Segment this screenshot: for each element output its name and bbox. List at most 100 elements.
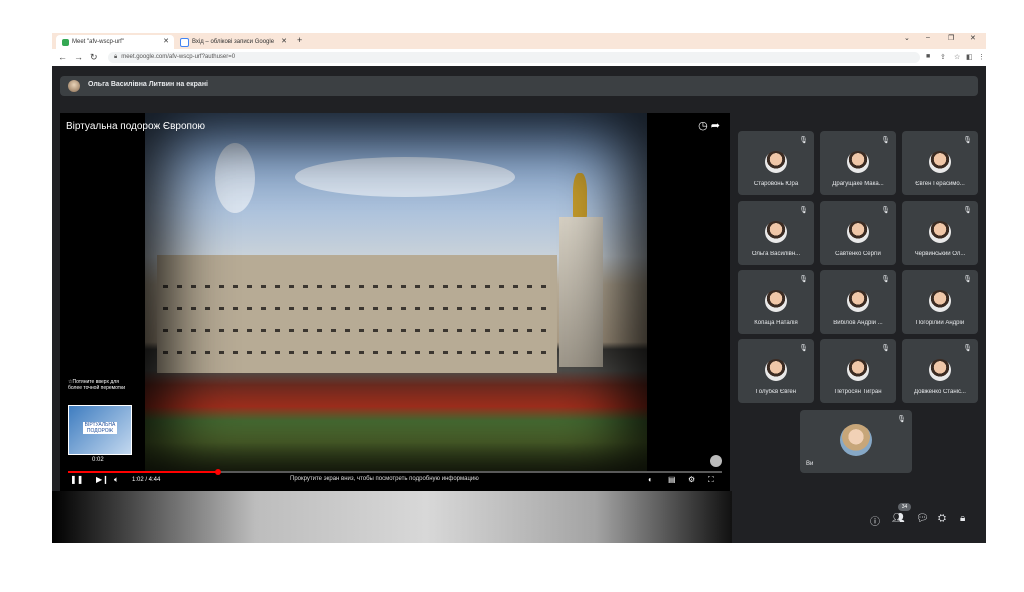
mic-off-icon: 🎙︎	[963, 276, 972, 283]
video-caption: Прокрутите экран вниз, чтобы посмотреть …	[290, 476, 479, 482]
chevron-down-icon[interactable]: ⌄	[904, 34, 910, 42]
avatar	[847, 151, 869, 173]
avatar	[765, 359, 787, 381]
monument	[559, 217, 603, 367]
star-icon[interactable]: ☆	[954, 53, 960, 61]
avatar	[929, 359, 951, 381]
forward-icon[interactable]: →	[74, 52, 83, 62]
next-icon[interactable]: ▶❙	[96, 475, 109, 484]
minimize-icon[interactable]: –	[926, 34, 930, 41]
menu-icon[interactable]: ⋮	[978, 53, 985, 61]
close-icon[interactable]: ✕	[163, 37, 169, 45]
window-close-icon[interactable]: ✕	[970, 34, 976, 42]
url-text: meet.google.com/afv-wscp-urf?authuser=0	[121, 54, 236, 60]
video-reflection	[52, 491, 732, 543]
people-count-badge: 34	[898, 503, 911, 511]
volume-icon[interactable]: 🔈︎	[114, 475, 119, 485]
clock-icon[interactable]: ◷	[698, 120, 708, 132]
avatar	[847, 290, 869, 312]
seek-thumbnail: ВІРТУАЛЬНА ПОДОРОЖ	[68, 405, 132, 455]
close-icon[interactable]: ✕	[281, 37, 287, 45]
mic-off-icon: 🎙︎	[963, 207, 972, 214]
participant-name: Голубєв Євген	[755, 389, 797, 395]
tab-google-login[interactable]: Вхід – облікові записи Google ✕	[174, 35, 292, 49]
share-icon[interactable]: ⇪	[940, 53, 946, 61]
seek-hint: ☆Потяните вверх для более точной перемот…	[68, 379, 126, 391]
participant-name: Вибілов Андрій ...	[833, 320, 883, 326]
chat-icon[interactable]: 💬︎	[916, 513, 929, 524]
mic-off-icon: 🎙︎	[963, 137, 972, 144]
participant-tile[interactable]: 🎙︎ Червинський Ол...	[902, 201, 978, 265]
presenter-text: Ольга Василівна Литвин на екрані	[88, 81, 208, 88]
progress-knob[interactable]	[215, 469, 222, 475]
meet-icon	[62, 38, 69, 46]
avatar	[840, 424, 872, 456]
participant-name: Копаца Наталія	[754, 320, 798, 326]
lock-icon: 🔒︎	[114, 54, 118, 60]
participant-name: Ольга Василівн...	[751, 251, 801, 257]
people-icon[interactable]: 👥︎	[892, 513, 905, 524]
presentation-stage[interactable]: Віртуальна подорож Європою ◷ ➦ ☆Потяните…	[60, 113, 730, 491]
fullscreen-icon[interactable]: ⛶	[708, 475, 714, 485]
meet-window: Meet "afv-wscp-urf" ✕ Вхід – облікові за…	[52, 33, 986, 543]
participant-tile[interactable]: 🎙︎ Голубєв Євген	[738, 339, 814, 403]
avatar	[847, 359, 869, 381]
participant-tile[interactable]: 🎙︎ Копаца Наталія	[738, 270, 814, 334]
participant-name: Старовонь Юра	[753, 181, 799, 187]
participant-name: Погорілий Андрій	[915, 320, 965, 326]
avatar	[710, 455, 722, 467]
video-time: 1:02 / 4:44	[132, 477, 161, 483]
video-header-icons: ◷ ➦	[698, 119, 720, 132]
participant-tile[interactable]: 🎙︎ Драгущаке Мака...	[820, 131, 896, 195]
participant-tile[interactable]: 🎙︎ Вибілов Андрій ...	[820, 270, 896, 334]
google-icon	[180, 37, 189, 47]
participant-name: Савтенко Сергій	[835, 251, 881, 257]
reload-icon[interactable]: ↻	[90, 52, 98, 63]
address-bar: ← → ↻ 🔒︎ meet.google.com/afv-wscp-urf?aut…	[52, 49, 986, 66]
participant-tile[interactable]: 🎙︎ Ольга Василівн...	[738, 201, 814, 265]
participant-tile[interactable]: 🎙︎ Петросян Тигран	[820, 339, 896, 403]
mic-off-icon: 🎙︎	[881, 207, 890, 214]
back-icon[interactable]: ←	[58, 52, 67, 62]
mic-off-icon: 🎙︎	[799, 207, 808, 214]
info-icon[interactable]: ⓘ	[870, 513, 880, 528]
self-tile[interactable]: 🎙︎ Ви	[800, 410, 912, 473]
participant-tile[interactable]: 🎙︎ Євген Герасимо...	[902, 131, 978, 195]
host-controls-icon[interactable]: 🔒︎	[960, 513, 965, 524]
subtitles-icon[interactable]: ▤	[668, 475, 676, 484]
participant-tile[interactable]: 🎙︎ Савтенко Сергій	[820, 201, 896, 265]
autoplay-toggle-icon[interactable]: ◐	[648, 475, 653, 484]
mic-off-icon: 🎙︎	[881, 345, 890, 352]
mic-off-icon: 🎙︎	[799, 137, 808, 144]
mic-off-icon: 🎙︎	[963, 345, 972, 352]
share-arrow-icon[interactable]: ➦	[711, 120, 720, 132]
progress-bar[interactable]	[68, 469, 722, 475]
extensions-icon[interactable]: ◧	[966, 53, 973, 61]
avatar	[929, 290, 951, 312]
settings-icon[interactable]: ⚙	[688, 475, 695, 484]
participant-tile[interactable]: 🎙︎ Старовонь Юра	[738, 131, 814, 195]
activities-icon[interactable]: ⛭	[938, 513, 946, 524]
participant-name: Довженко Станіс...	[914, 389, 966, 395]
participant-tile[interactable]: 🎙︎ Погорілий Андрій	[902, 270, 978, 334]
avatar	[847, 221, 869, 243]
camera-icon[interactable]: ■	[926, 53, 930, 60]
video-title: Віртуальна подорож Європою	[66, 121, 206, 132]
pause-icon[interactable]: ❚❚	[70, 475, 83, 484]
avatar	[765, 290, 787, 312]
participant-tile[interactable]: 🎙︎ Довженко Станіс...	[902, 339, 978, 403]
participant-name: Червинський Ол...	[914, 251, 966, 257]
restore-icon[interactable]: ❐	[948, 34, 954, 42]
thumb-label: ВІРТУАЛЬНА ПОДОРОЖ	[83, 422, 117, 434]
tab-meet[interactable]: Meet "afv-wscp-urf" ✕	[56, 35, 174, 49]
avatar	[68, 80, 80, 92]
avatar	[765, 151, 787, 173]
participant-name: Євген Герасимо...	[915, 181, 965, 187]
mic-off-icon: 🎙︎	[881, 137, 890, 144]
url-field[interactable]: 🔒︎ meet.google.com/afv-wscp-urf?authuser=…	[108, 52, 920, 63]
new-tab-icon[interactable]: +	[297, 35, 302, 45]
golden-statue	[573, 173, 587, 219]
participant-name: Драгущаке Мака...	[832, 181, 884, 187]
tab-label: Meet "afv-wscp-urf"	[72, 39, 124, 45]
video-frame	[145, 113, 647, 471]
